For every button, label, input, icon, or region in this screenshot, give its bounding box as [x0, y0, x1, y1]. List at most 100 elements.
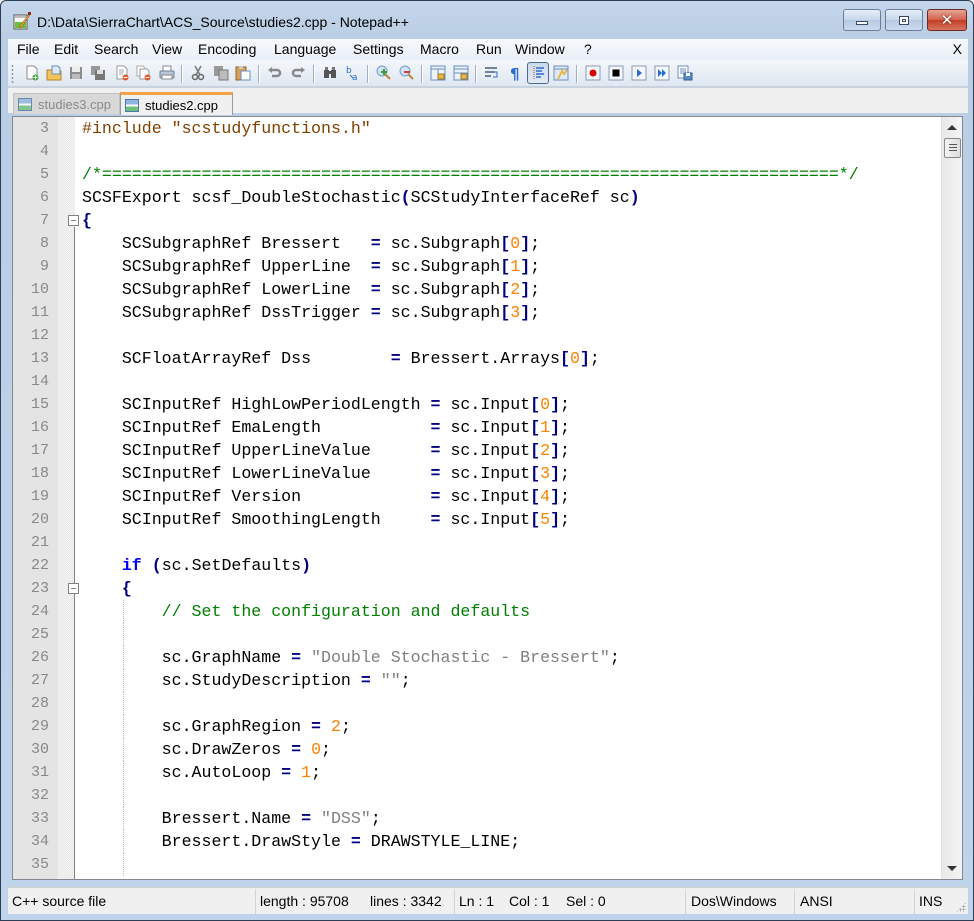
code-line[interactable]: 22 if (sc.SetDefaults) [13, 554, 943, 577]
scroll-up-arrow-icon[interactable] [947, 125, 957, 130]
menu-edit[interactable]: Edit [54, 41, 78, 57]
menu-window[interactable]: Window [515, 41, 565, 57]
new-file-button[interactable] [23, 64, 41, 82]
code-line[interactable]: 19 SCInputRef Version = sc.Input[4]; [13, 485, 943, 508]
undo-button[interactable] [266, 64, 284, 82]
fold-collapse-icon[interactable] [68, 583, 79, 594]
code-token: Bressert.DrawStyle [82, 832, 351, 851]
code-line[interactable]: 26 sc.GraphName = "Double Stochastic - B… [13, 646, 943, 669]
code-line[interactable]: 21 [13, 531, 943, 554]
scroll-thumb[interactable] [944, 138, 961, 158]
menu-search[interactable]: Search [94, 41, 138, 57]
close-button[interactable]: ✕ [927, 9, 967, 31]
code-token: SCFloatArrayRef Dss [82, 349, 391, 368]
code-line[interactable]: 9 SCSubgraphRef UpperLine = sc.Subgraph[… [13, 255, 943, 278]
zoom-in-button[interactable] [375, 64, 393, 82]
code-line[interactable]: 31 sc.AutoLoop = 1; [13, 761, 943, 784]
show-all-characters-button[interactable]: ¶ [506, 64, 524, 82]
code-line[interactable]: 35 [13, 853, 943, 876]
code-token: = [370, 234, 381, 253]
code-line[interactable]: 17 SCInputRef UpperLineValue = sc.Input[… [13, 439, 943, 462]
code-line[interactable]: 15 SCInputRef HighLowPeriodLength = sc.I… [13, 393, 943, 416]
replace-button[interactable]: ba [344, 64, 362, 82]
zoom-out-button[interactable] [398, 64, 416, 82]
code-line[interactable]: 24 // Set the configuration and defaults [13, 600, 943, 623]
save-button[interactable] [67, 64, 85, 82]
code-line[interactable]: 34 Bressert.DrawStyle = DRAWSTYLE_LINE; [13, 830, 943, 853]
code-line[interactable]: 14 [13, 370, 943, 393]
status-line-number: Ln : 1 [459, 893, 495, 909]
code-line[interactable]: 30 sc.DrawZeros = 0; [13, 738, 943, 761]
resize-grip[interactable] [956, 902, 966, 912]
vertical-scrollbar[interactable] [941, 117, 962, 879]
menu-run[interactable]: Run [476, 41, 502, 57]
code-line[interactable]: 16 SCInputRef EmaLength = sc.Input[1]; [13, 416, 943, 439]
print-icon [159, 65, 175, 80]
copy-button[interactable] [212, 64, 230, 82]
fold-collapse-icon[interactable] [68, 215, 79, 226]
menu-file[interactable]: File [17, 41, 40, 57]
code-line[interactable]: 4 [13, 140, 943, 163]
open-file-button[interactable] [45, 64, 63, 82]
code-token: /*======================================… [82, 165, 859, 184]
menu-settings[interactable]: Settings [353, 41, 404, 57]
code-line[interactable]: 8 SCSubgraphRef Bressert = sc.Subgraph[0… [13, 232, 943, 255]
save-macro-button[interactable] [676, 64, 694, 82]
minimize-button[interactable] [843, 9, 881, 31]
code-line[interactable]: 20 SCInputRef SmoothingLength = sc.Input… [13, 508, 943, 531]
code-token: ; [530, 280, 541, 299]
code-line[interactable]: 6 SCSFExport scsf_DoubleStochastic(SCStud… [13, 186, 943, 209]
word-wrap-button[interactable] [483, 64, 501, 82]
code-token: = [301, 809, 312, 828]
save-all-button[interactable] [89, 64, 107, 82]
record-macro-button[interactable] [584, 64, 602, 82]
code-line[interactable]: 27 sc.StudyDescription = ""; [13, 669, 943, 692]
code-line[interactable]: 13 SCFloatArrayRef Dss = Bressert.Arrays… [13, 347, 943, 370]
close-all-button[interactable] [135, 64, 153, 82]
scroll-down-arrow-icon[interactable] [947, 866, 957, 871]
code-line[interactable]: 7{ [13, 209, 943, 232]
code-line[interactable]: 25 [13, 623, 943, 646]
sync-horizontal-scroll-button[interactable] [452, 64, 470, 82]
cut-button[interactable] [189, 64, 207, 82]
close-file-button[interactable] [113, 64, 131, 82]
code-line[interactable]: 3 #include "scstudyfunctions.h" [13, 117, 943, 140]
status-divider [454, 889, 455, 914]
menu-view[interactable]: View [152, 41, 182, 57]
code-line[interactable]: 29 sc.GraphRegion = 2; [13, 715, 943, 738]
find-button[interactable] [321, 64, 339, 82]
code-line[interactable]: 28 [13, 692, 943, 715]
maximize-button[interactable] [885, 9, 923, 31]
code-line[interactable]: 33 Bressert.Name = "DSS"; [13, 807, 943, 830]
paste-button[interactable] [234, 64, 252, 82]
run-macro-multiple-button[interactable] [653, 64, 671, 82]
close-document-button[interactable]: X [953, 41, 962, 57]
user-defined-language-button[interactable] [552, 64, 570, 82]
playback-macro-button[interactable] [630, 64, 648, 82]
menu-language[interactable]: Language [274, 41, 336, 57]
print-button[interactable] [158, 64, 176, 82]
code-line[interactable]: 12 [13, 324, 943, 347]
code-editor[interactable]: 3 #include "scstudyfunctions.h" 4 5 /*======… [12, 116, 963, 880]
code-line[interactable]: 18 SCInputRef LowerLineValue = sc.Input[… [13, 462, 943, 485]
stop-recording-button[interactable] [607, 64, 625, 82]
code-line[interactable]: 5 /*=====================================… [13, 163, 943, 186]
sync-vertical-scroll-button[interactable] [429, 64, 447, 82]
redo-button[interactable] [289, 64, 307, 82]
tab-studies2-cpp[interactable]: studies2.cpp [120, 92, 233, 115]
code-token: ; [560, 487, 570, 506]
code-line[interactable]: 23 { [13, 577, 943, 600]
tab-studies3-cpp[interactable]: studies3.cpp [13, 93, 120, 114]
code-token: ; [560, 464, 570, 483]
menu-macro[interactable]: Macro [420, 41, 459, 57]
menu-encoding[interactable]: Encoding [198, 41, 256, 57]
code-line[interactable]: 32 [13, 784, 943, 807]
notepadpp-app-icon [13, 12, 31, 30]
toolbar-grip[interactable] [11, 64, 14, 83]
toolbar-separator [367, 65, 368, 83]
code-line[interactable]: 10 SCSubgraphRef LowerLine = sc.Subgraph… [13, 278, 943, 301]
menu-help[interactable]: ? [584, 41, 592, 57]
code-line[interactable]: 11 SCSubgraphRef DssTrigger = sc.Subgrap… [13, 301, 943, 324]
new-file-icon [26, 65, 39, 81]
indent-guide-button[interactable] [527, 62, 549, 84]
